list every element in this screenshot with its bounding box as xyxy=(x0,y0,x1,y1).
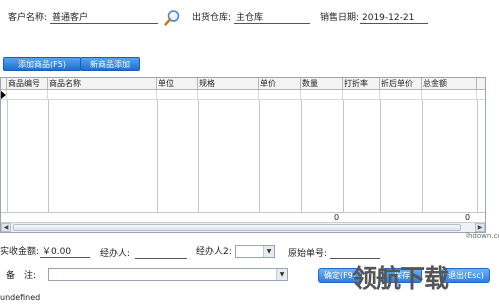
grid-header: 商品编号 商品名称 单位 规格 单价 数量 打折率 折后单价 总金额 xyxy=(1,78,485,90)
add-product-button[interactable]: 添加商品(F5) xyxy=(3,57,81,71)
chevron-down-icon[interactable]: ▼ xyxy=(276,269,287,280)
column-header[interactable]: 单价 xyxy=(259,78,301,90)
product-grid[interactable]: 商品编号 商品名称 单位 规格 单价 数量 打折率 折后单价 总金额 0 0 ◀ xyxy=(0,77,486,233)
horizontal-scrollbar[interactable]: ◀ ▶ xyxy=(1,222,485,232)
grid-footer: 0 0 xyxy=(1,212,485,222)
column-header[interactable]: 商品名称 xyxy=(48,78,157,90)
column-header[interactable]: 单位 xyxy=(157,78,198,90)
column-header[interactable]: 打折率 xyxy=(343,78,380,90)
customer-label: 客户名称: xyxy=(8,13,48,23)
original-no-label: 原始单号: xyxy=(288,249,328,259)
new-product-button[interactable]: 新商品添加 xyxy=(80,57,140,71)
received-amount-field[interactable]: ￥0.00 xyxy=(40,246,90,258)
original-no-field[interactable] xyxy=(330,247,380,259)
date-label: 销售日期: xyxy=(320,13,360,23)
column-header[interactable]: 数量 xyxy=(301,78,343,90)
handler2-select[interactable]: ▼ xyxy=(235,245,275,258)
warehouse-field[interactable]: 主仓库 xyxy=(234,12,310,24)
warehouse-label: 出货仓库: xyxy=(192,13,232,23)
scrollbar-thumb[interactable] xyxy=(13,224,461,231)
remark-label: 备 注: xyxy=(6,271,37,281)
footer-total-amount: 0 xyxy=(465,213,471,222)
status-text: undefined xyxy=(0,293,41,302)
footer-total-qty: 0 xyxy=(334,213,340,222)
scroll-right-icon[interactable]: ▶ xyxy=(475,223,485,232)
scroll-left-icon[interactable]: ◀ xyxy=(1,223,11,232)
handler-field[interactable] xyxy=(135,247,187,259)
customer-field[interactable]: 普通客户 xyxy=(50,12,158,24)
table-row[interactable] xyxy=(1,90,485,100)
column-header[interactable]: 规格 xyxy=(198,78,259,90)
remark-input[interactable]: ▼ xyxy=(48,268,288,281)
column-header[interactable]: 总金额 xyxy=(422,78,477,90)
chevron-down-icon[interactable]: ▼ xyxy=(263,246,274,257)
exit-button[interactable]: 退出(Esc) xyxy=(442,268,490,283)
watermark-logo: 领航下载 xyxy=(352,264,449,293)
watermark-url: lhdown.com xyxy=(466,232,499,240)
column-header[interactable]: 商品编号 xyxy=(7,78,48,90)
handler-label: 经办人: xyxy=(100,249,131,259)
date-field[interactable]: 2019-12-21 xyxy=(360,12,428,24)
handler2-label: 经办人2: xyxy=(196,247,232,257)
column-header[interactable]: 折后单价 xyxy=(380,78,422,90)
search-icon[interactable] xyxy=(163,9,181,27)
received-amount-label: 实收金额: xyxy=(0,247,40,257)
